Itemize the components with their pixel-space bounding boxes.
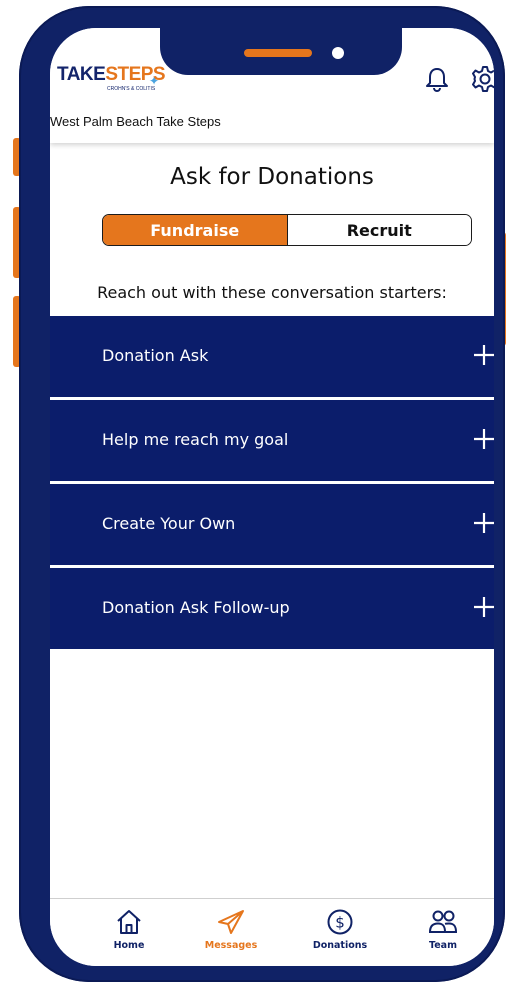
tab-fundraise[interactable]: Fundraise (103, 215, 288, 245)
accordion-item-label: Help me reach my goal (102, 430, 289, 449)
phone-frame: TAKESTEPS ✦ CROHN'S & COLITIS West Palm … (19, 6, 505, 982)
conversation-starters-intro: Reach out with these conversation starte… (97, 283, 447, 302)
nav-donations[interactable]: $ Donations (300, 907, 380, 951)
nav-messages[interactable]: Messages (191, 907, 271, 951)
logo-take-text: TAKE (57, 64, 106, 85)
page-title: Ask for Donations (170, 164, 374, 190)
bottom-nav: Home Messages $ Donations Team (50, 898, 494, 966)
accordion-item-donation-ask-follow-up[interactable]: Donation Ask Follow-up (50, 568, 494, 649)
event-name: West Palm Beach Take Steps (50, 114, 221, 129)
fundraise-recruit-toggle: Fundraise Recruit (102, 214, 472, 246)
plus-icon[interactable] (474, 344, 494, 366)
gear-icon[interactable] (470, 64, 494, 94)
nav-home-label: Home (113, 940, 145, 951)
accordion-item-create-your-own[interactable]: Create Your Own (50, 484, 494, 568)
plus-icon[interactable] (474, 512, 494, 534)
accordion-item-help-reach-goal[interactable]: Help me reach my goal (50, 400, 494, 484)
dollar-circle-icon: $ (327, 909, 353, 935)
app-screen: TAKESTEPS ✦ CROHN'S & COLITIS West Palm … (50, 28, 494, 966)
plus-icon[interactable] (474, 596, 494, 618)
nav-team[interactable]: Team (403, 907, 483, 951)
tab-recruit[interactable]: Recruit (287, 215, 471, 245)
svg-text:$: $ (335, 914, 345, 932)
accordion-item-label: Donation Ask Follow-up (102, 598, 290, 617)
nav-messages-label: Messages (204, 940, 258, 951)
accordion-item-label: Create Your Own (102, 514, 236, 533)
nav-home[interactable]: Home (89, 907, 169, 951)
plus-icon[interactable] (474, 428, 494, 450)
take-steps-logo[interactable]: TAKESTEPS ✦ CROHN'S & COLITIS (57, 64, 167, 104)
nav-donations-label: Donations (312, 940, 368, 951)
phone-notch (160, 12, 402, 75)
accordion-item-label: Donation Ask (102, 346, 209, 365)
people-icon (428, 910, 458, 933)
device-mockup: TAKESTEPS ✦ CROHN'S & COLITIS West Palm … (0, 0, 506, 984)
home-icon (117, 910, 141, 934)
nav-team-label: Team (429, 940, 457, 951)
bell-icon[interactable] (422, 64, 452, 94)
conversation-starters-list: Donation Ask Help me reach my goal Creat… (50, 316, 494, 649)
logo-subtitle: CROHN'S & COLITIS (107, 86, 156, 92)
paper-plane-icon (218, 910, 244, 934)
speaker-grille (244, 49, 312, 57)
accordion-item-donation-ask[interactable]: Donation Ask (50, 316, 494, 400)
front-camera (332, 47, 344, 59)
